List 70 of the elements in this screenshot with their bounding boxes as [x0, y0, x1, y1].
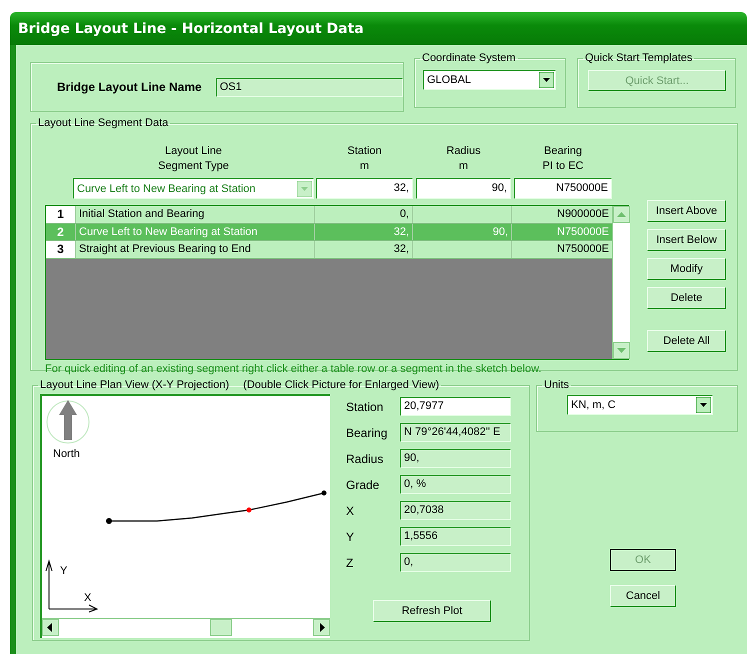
- group-label: Layout Line Plan View (X-Y Projection) (Double Click Picture for Enlarged View): [39, 379, 440, 391]
- value-field[interactable]: 20,7038: [400, 501, 511, 520]
- field-label: Grade: [346, 478, 380, 492]
- field-label: Bridge Layout Line Name: [57, 80, 202, 94]
- field-label: Y: [346, 530, 356, 544]
- column-header: Radius m: [445, 144, 482, 174]
- station-field[interactable]: 32,: [316, 178, 413, 199]
- column-header: Station m: [346, 144, 383, 174]
- table-row[interactable]: 3 Straight at Previous Bearing to End 32, N750000E: [46, 241, 612, 258]
- table-cell: 0,: [315, 206, 413, 222]
- dropdown-arrow-icon: [297, 180, 312, 196]
- field-label: Station: [346, 400, 384, 414]
- scrollbar[interactable]: [612, 206, 630, 359]
- action-button[interactable]: Insert Below: [647, 229, 726, 251]
- action-button[interactable]: Delete All: [647, 330, 726, 352]
- action-button[interactable]: Delete: [647, 287, 726, 309]
- refresh-plot-button[interactable]: Refresh Plot: [373, 600, 491, 622]
- row-number: 3: [46, 241, 76, 258]
- scroll-down-icon[interactable]: [613, 342, 630, 359]
- value-field[interactable]: 90,: [400, 449, 511, 468]
- table-cell: 90,: [492, 226, 508, 238]
- alignment-curve-drawing[interactable]: [106, 490, 326, 524]
- field-label: Radius: [346, 452, 384, 466]
- table-cell: 32,: [315, 224, 413, 240]
- axes-drawing: [46, 559, 98, 612]
- table-cell: Initial Station and Bearing: [76, 206, 315, 222]
- axis-label: X: [84, 592, 92, 604]
- scroll-thumb[interactable]: [210, 619, 232, 636]
- coordinate-dropdown[interactable]: GLOBAL: [423, 70, 556, 90]
- window-title: Bridge Layout Line - Horizontal Layout Data: [18, 20, 364, 36]
- table-cell: 32,: [315, 241, 413, 258]
- dropdown-arrow-icon: [539, 72, 554, 88]
- name-field[interactable]: OS1: [216, 78, 403, 96]
- value-field[interactable]: N 79°26'44,4082'' E: [400, 423, 511, 442]
- hint-text: For quick editing of an existing segment right click either a table row or a segment in the sketch below.: [45, 363, 542, 375]
- bearing-field[interactable]: N750000E: [514, 178, 612, 199]
- axis-label: Y: [60, 565, 68, 577]
- north-label: North: [53, 448, 80, 460]
- table-cell: Curve Left to New Bearing at Station: [76, 224, 315, 240]
- table-row[interactable]: 1 Initial Station and Bearing 0, N900000E: [46, 206, 612, 224]
- radius-field[interactable]: 90,: [416, 178, 511, 199]
- field-label: X: [346, 504, 356, 518]
- action-button[interactable]: Insert Above: [647, 200, 726, 222]
- group-label: Quick Start Templates: [584, 52, 694, 64]
- group-label: Coordinate System: [421, 52, 517, 64]
- value-field[interactable]: 0, %: [400, 475, 511, 494]
- field-label: Bearing: [346, 426, 388, 440]
- table-cell-text: N750000E: [556, 224, 610, 240]
- group-label: Layout Line Segment Data: [37, 117, 170, 129]
- table-cell-text: N900000E: [556, 207, 610, 222]
- group-label: Units: [543, 379, 570, 391]
- table-cell-text: N750000E: [556, 242, 610, 257]
- row-number: 1: [46, 206, 76, 222]
- field-label: Z: [346, 556, 354, 570]
- plan-view-canvas[interactable]: North Y X: [40, 394, 330, 638]
- scrollbar[interactable]: [42, 618, 330, 637]
- value-field[interactable]: 20,7977: [400, 397, 511, 416]
- value-field[interactable]: 0,: [400, 553, 511, 572]
- column-header: Bearing PI to EC: [542, 144, 584, 174]
- action-button[interactable]: Modify: [647, 258, 726, 280]
- dropdown-arrow-icon: [696, 397, 711, 413]
- cancel-button[interactable]: Cancel: [610, 585, 676, 607]
- column-header: Layout Line Segment Type: [157, 144, 230, 174]
- scroll-left-icon[interactable]: [42, 619, 59, 636]
- units-dropdown[interactable]: KN, m, C: [567, 395, 713, 415]
- value-field[interactable]: 1,5556: [400, 527, 511, 546]
- scroll-right-icon[interactable]: [313, 619, 330, 636]
- table-cell: Straight at Previous Bearing to End: [76, 241, 315, 258]
- scroll-up-icon[interactable]: [613, 206, 630, 223]
- segment-type-dropdown[interactable]: Curve Left to New Bearing at Station: [73, 178, 314, 199]
